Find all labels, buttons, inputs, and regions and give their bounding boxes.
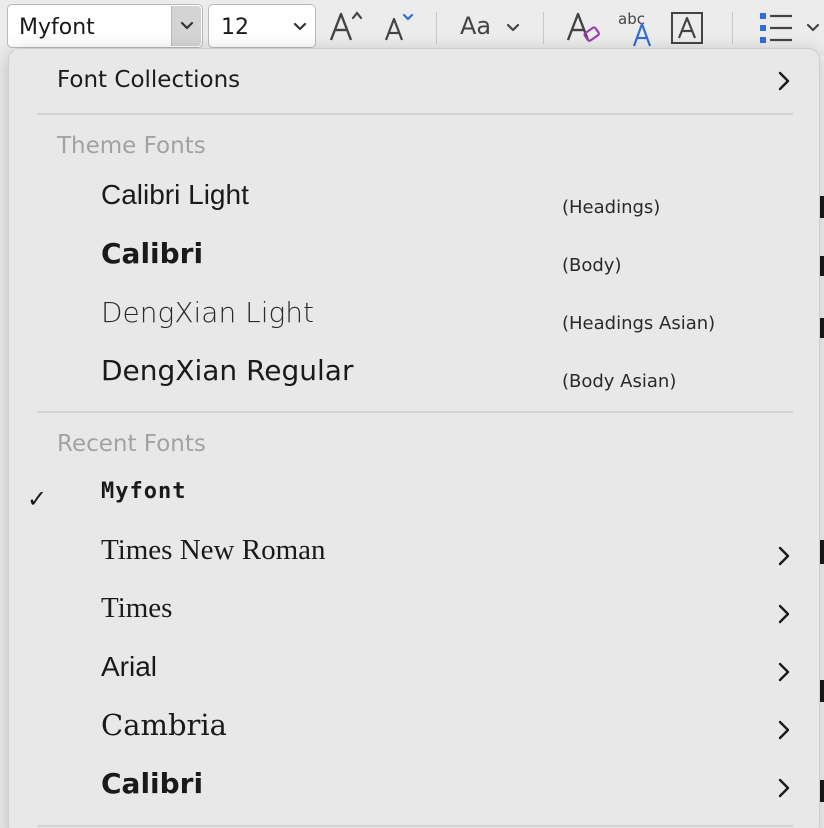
chevron-right-icon (778, 71, 790, 91)
chevron-down-icon[interactable] (806, 23, 820, 33)
menu-item-theme-font[interactable]: DengXian Light (Headings Asian) (9, 289, 819, 345)
font-name-label: Times New Roman (101, 534, 326, 566)
menu-item-recent-font[interactable]: Times (9, 587, 819, 643)
toolbar-separator (732, 12, 733, 44)
chevron-down-icon[interactable] (506, 23, 520, 33)
font-name-label: DengXian Light (101, 296, 315, 329)
font-name-label: Calibri (101, 237, 204, 270)
font-name-label: Myfont (101, 479, 187, 504)
font-name-label: Arial (101, 651, 158, 682)
grow-font-icon[interactable] (328, 8, 364, 48)
change-case-label: Aa (460, 12, 492, 40)
font-role-tag: (Headings Asian) (562, 313, 716, 334)
chevron-down-icon[interactable] (293, 22, 307, 32)
chevron-right-icon (778, 720, 790, 740)
text-effects-icon[interactable]: abc (616, 8, 656, 48)
font-name-label: Calibri Light (101, 179, 249, 210)
menu-item-recent-font[interactable]: Arial (9, 645, 819, 701)
menu-item-theme-font[interactable]: Calibri Light (Headings) (9, 173, 819, 229)
menu-item-recent-font[interactable]: ✓ Myfont (9, 471, 819, 527)
theme-fonts-header: Theme Fonts (57, 133, 206, 159)
menu-item-recent-font[interactable]: Cambria (9, 703, 819, 759)
toolbar-separator (436, 12, 437, 44)
bullet-list-icon[interactable] (758, 8, 794, 48)
menu-divider (37, 113, 793, 115)
font-name-combobox[interactable]: Myfont (7, 4, 203, 48)
chevron-right-icon (778, 546, 790, 566)
font-name-dropdown-button[interactable] (171, 6, 201, 46)
font-collections-label: Font Collections (57, 67, 241, 93)
font-name-label: Cambria (101, 708, 227, 742)
menu-item-theme-font[interactable]: DengXian Regular (Body Asian) (9, 347, 819, 403)
menu-item-recent-font[interactable]: Times New Roman (9, 529, 819, 585)
font-size-combobox[interactable]: 12 (208, 4, 316, 48)
menu-item-theme-font[interactable]: Calibri (Body) (9, 231, 819, 287)
chevron-right-icon (778, 662, 790, 682)
chevron-down-icon (180, 21, 194, 30)
recent-fonts-header: Recent Fonts (57, 431, 206, 457)
font-role-tag: (Headings) (562, 197, 661, 218)
menu-item-recent-font[interactable]: Calibri (9, 761, 819, 817)
font-name-label: DengXian Regular (101, 354, 354, 387)
character-border-icon[interactable] (670, 8, 706, 48)
toolbar-separator (543, 12, 544, 44)
font-role-tag: (Body Asian) (562, 371, 677, 392)
menu-item-font-collections[interactable]: Font Collections (9, 49, 819, 113)
font-dropdown-menu: Font Collections Theme Fonts Calibri Lig… (8, 48, 820, 828)
font-name-label: Calibri (101, 767, 204, 800)
font-name-label: Times (101, 592, 173, 624)
shrink-font-icon[interactable] (383, 8, 415, 48)
menu-divider (37, 825, 793, 827)
font-name-value: Myfont (19, 15, 95, 40)
clear-formatting-icon[interactable] (566, 8, 602, 48)
chevron-right-icon (778, 604, 790, 624)
checkmark-icon: ✓ (27, 485, 48, 513)
chevron-right-icon (778, 778, 790, 798)
menu-divider (37, 411, 793, 413)
font-role-tag: (Body) (562, 255, 622, 276)
change-case-button[interactable]: Aa (460, 12, 491, 40)
font-size-value: 12 (221, 15, 249, 40)
